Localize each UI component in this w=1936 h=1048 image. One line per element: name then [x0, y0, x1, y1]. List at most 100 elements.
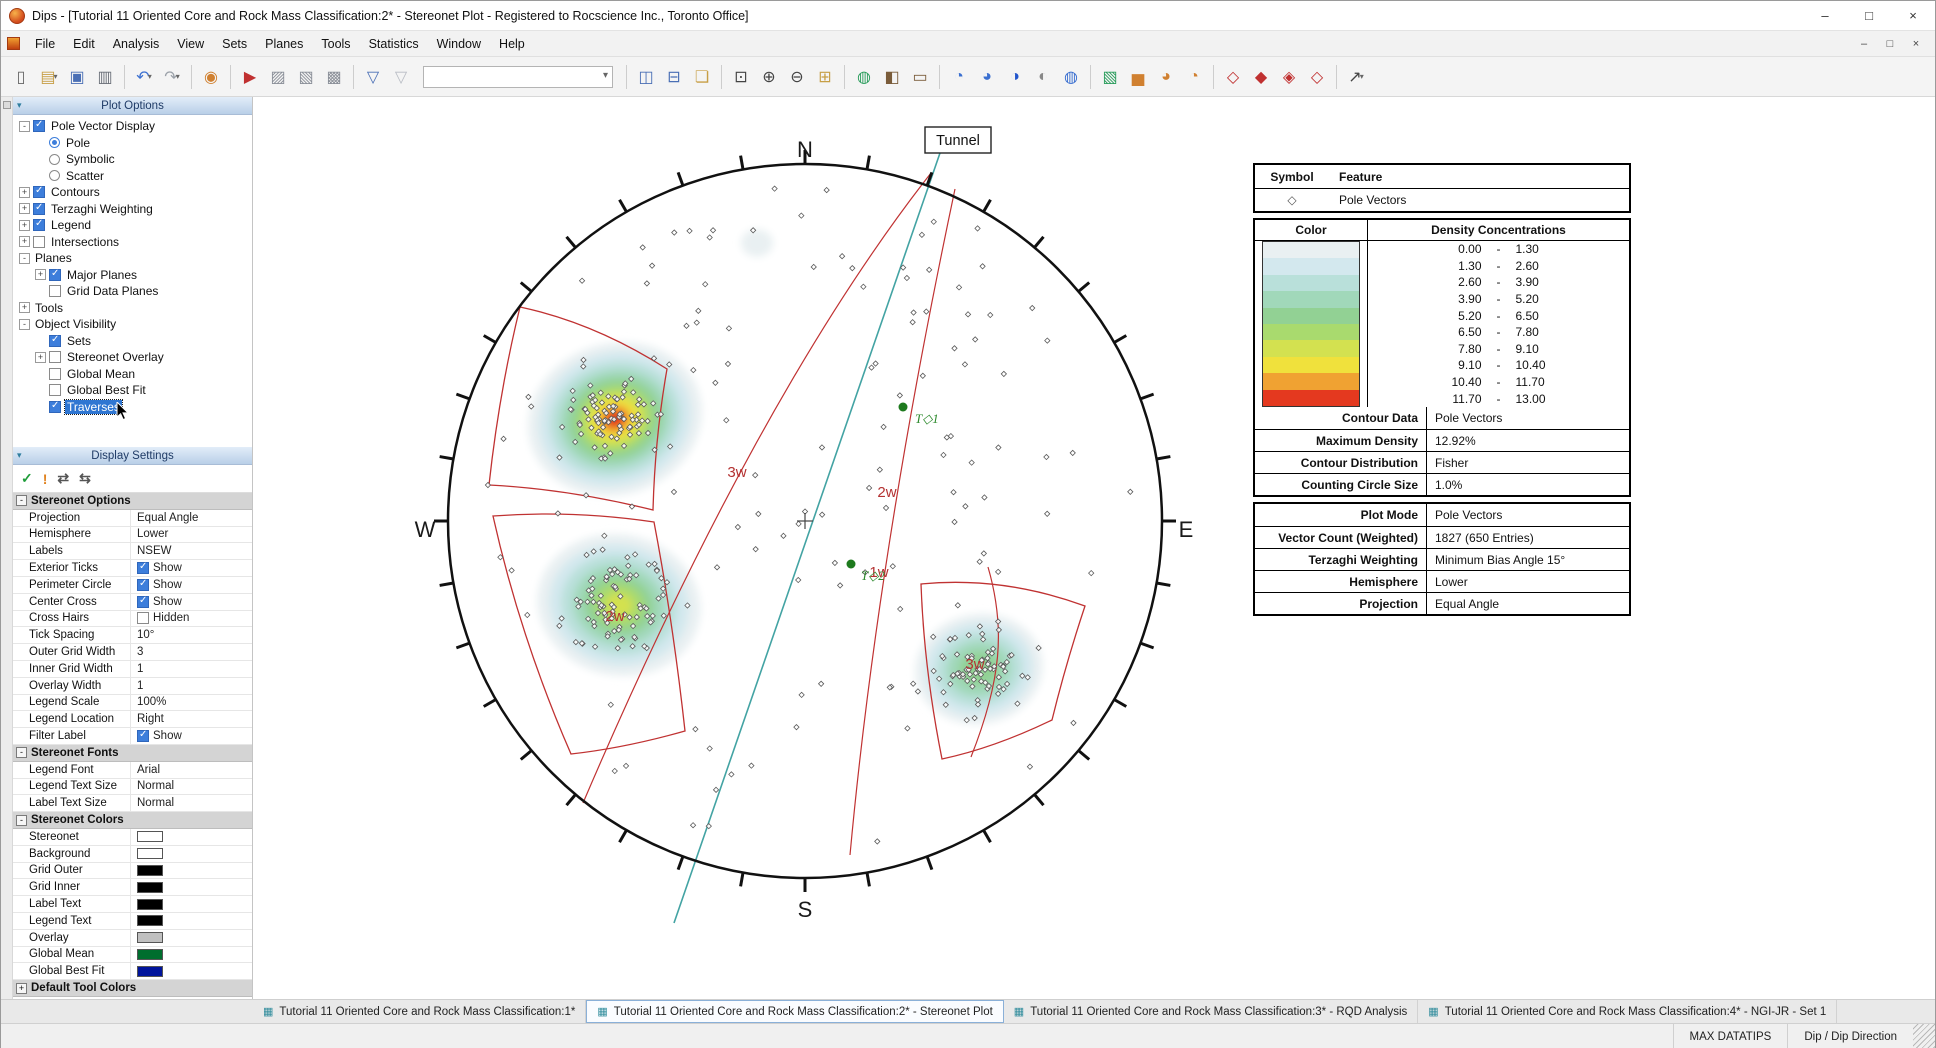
group-stereonet-options[interactable]: -Stereonet Options [13, 493, 252, 510]
color-swatch[interactable] [137, 899, 163, 910]
checkbox-global-mean[interactable] [49, 368, 61, 380]
tree-item-object-visibility[interactable]: -Object Visibility [13, 316, 252, 333]
menu-statistics[interactable]: Statistics [360, 31, 428, 56]
color-swatch[interactable] [137, 915, 163, 926]
setting-value[interactable] [131, 879, 252, 895]
setting-value[interactable]: NSEW [131, 543, 252, 559]
menu-view[interactable]: View [168, 31, 213, 56]
setting-value[interactable]: Arial [131, 762, 252, 778]
checkbox-terzaghi-weighting[interactable] [33, 203, 45, 215]
undo-button[interactable]: ↶▾ [130, 63, 158, 91]
add-set-window-button[interactable]: ◇ [1219, 63, 1247, 91]
pie-chart-button[interactable]: ◕ [1152, 63, 1180, 91]
paste-button[interactable]: ▨ [264, 63, 292, 91]
rose-diagram-button[interactable]: ◔ [1180, 63, 1208, 91]
export-settings-button[interactable]: ⇄ [57, 470, 69, 487]
color-swatch[interactable] [137, 831, 163, 842]
setting-value[interactable]: Hidden [131, 611, 252, 627]
expander-icon[interactable]: + [19, 203, 30, 214]
tunnel-axis-line[interactable] [674, 153, 940, 923]
new-file-button[interactable]: ▯ [7, 63, 35, 91]
setting-value[interactable]: Show [131, 560, 252, 576]
tree-item-global-best-fit[interactable]: Global Best Fit [13, 382, 252, 399]
close-button[interactable]: × [1891, 1, 1935, 30]
filter-button[interactable]: ▽ [359, 63, 387, 91]
expander-icon[interactable]: + [19, 236, 30, 247]
group-expander-icon[interactable]: - [16, 495, 27, 506]
group-stereonet-fonts[interactable]: -Stereonet Fonts [13, 745, 252, 762]
tree-item-major-planes[interactable]: +Major Planes [13, 267, 252, 284]
color-swatch[interactable] [137, 882, 163, 893]
checkbox-contours[interactable] [33, 186, 45, 198]
checkbox-stereonet-overlay[interactable] [49, 351, 61, 363]
print-button[interactable]: ▥ [91, 63, 119, 91]
checkbox-intersections[interactable] [33, 236, 45, 248]
menu-planes[interactable]: Planes [256, 31, 312, 56]
statusbar-max-datatips[interactable]: MAX DATATIPS [1673, 1024, 1788, 1048]
tile-horizontal-button[interactable]: ⊟ [660, 63, 688, 91]
redo-button[interactable]: ↷▾ [158, 63, 186, 91]
mdi-restore-button[interactable]: □ [1877, 33, 1903, 55]
color-swatch[interactable] [137, 949, 163, 960]
tree-item-contours[interactable]: +Contours [13, 184, 252, 201]
chart-button[interactable]: ▧ [1096, 63, 1124, 91]
color-swatch[interactable] [137, 932, 163, 943]
tree-item-intersections[interactable]: +Intersections [13, 234, 252, 251]
color-swatch[interactable] [137, 865, 163, 876]
overlay-globe-button[interactable]: ◍ [1057, 63, 1085, 91]
apply-button[interactable]: ✓ [21, 470, 33, 487]
tree-item-tools[interactable]: +Tools [13, 300, 252, 317]
query-tool-button[interactable]: ↗▾ [1342, 63, 1370, 91]
rosette-plot-button[interactable]: ◐ [1029, 63, 1057, 91]
datatips-button[interactable]: ▶ [236, 63, 264, 91]
color-swatch[interactable] [137, 848, 163, 859]
radio-scatter[interactable] [49, 170, 60, 181]
pole-plot-button[interactable]: ◔ [945, 63, 973, 91]
checkbox-filter-label[interactable] [137, 730, 149, 742]
measure-angle-button[interactable]: ▭ [906, 63, 934, 91]
setting-value[interactable]: 3 [131, 644, 252, 660]
quick-select-combo[interactable] [423, 66, 613, 88]
plot-options-header[interactable]: ▾ Plot Options [13, 97, 252, 115]
minimize-button[interactable]: – [1803, 1, 1847, 30]
menu-sets[interactable]: Sets [213, 31, 256, 56]
setting-value[interactable]: Normal [131, 795, 252, 811]
add-set-freehand-button[interactable]: ◆ [1247, 63, 1275, 91]
traverse-marker[interactable] [899, 403, 908, 412]
setting-value[interactable]: 1 [131, 661, 252, 677]
document-tab-2[interactable]: ▦Tutorial 11 Oriented Core and Rock Mass… [586, 1000, 1003, 1023]
tree-item-stereonet-overlay[interactable]: +Stereonet Overlay [13, 349, 252, 366]
setting-value[interactable]: Show [131, 594, 252, 610]
menu-tools[interactable]: Tools [312, 31, 359, 56]
setting-value[interactable] [131, 930, 252, 946]
menu-analysis[interactable]: Analysis [104, 31, 169, 56]
stereonet-globe-button[interactable]: ◍ [850, 63, 878, 91]
setting-value[interactable] [131, 947, 252, 963]
group-default-tool-colors[interactable]: +Default Tool Colors [13, 980, 252, 997]
new-window-button[interactable]: ❏ [688, 63, 716, 91]
menu-file[interactable]: File [26, 31, 64, 56]
setting-value[interactable]: Right [131, 711, 252, 727]
stereonet-plot[interactable]: NESW3w2w1w2w3wT◇1T◇2Tunnel [253, 97, 1935, 999]
checkbox-legend[interactable] [33, 219, 45, 231]
tree-item-sets[interactable]: Sets [13, 333, 252, 350]
setting-value[interactable]: 10° [131, 627, 252, 643]
tunnel-label[interactable]: Tunnel [925, 127, 991, 153]
setting-value[interactable]: Normal [131, 779, 252, 795]
scatter-plot-button[interactable]: ◕ [973, 63, 1001, 91]
traverse-marker[interactable] [847, 560, 856, 569]
checkbox-cross-hairs[interactable] [137, 612, 149, 624]
maximize-button[interactable]: □ [1847, 1, 1891, 30]
resize-grip[interactable] [1913, 1024, 1935, 1048]
tree-item-legend[interactable]: +Legend [13, 217, 252, 234]
expander-icon[interactable]: + [19, 220, 30, 231]
edit-set-button[interactable]: ◇ [1303, 63, 1331, 91]
radio-pole[interactable] [49, 137, 60, 148]
setting-value[interactable]: Show [131, 577, 252, 593]
expander-icon[interactable]: + [35, 352, 46, 363]
setting-value[interactable]: Show [131, 728, 252, 744]
delete-set-button[interactable]: ◈ [1275, 63, 1303, 91]
histogram-button[interactable]: ▅ [1124, 63, 1152, 91]
warning-button[interactable]: ! [43, 471, 48, 487]
checkbox-perimeter-circle[interactable] [137, 579, 149, 591]
